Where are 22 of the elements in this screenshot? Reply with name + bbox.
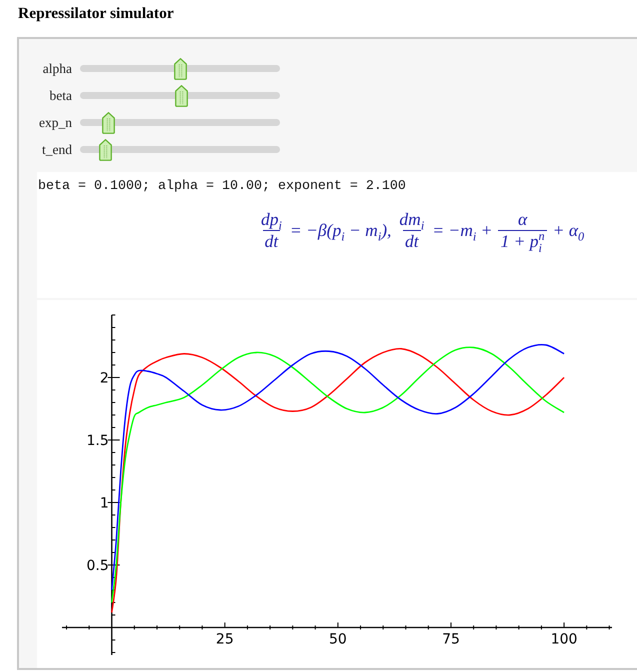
slider-handle[interactable] bbox=[175, 84, 188, 106]
axis-tick-label: 75 bbox=[442, 632, 460, 648]
slider-track[interactable] bbox=[80, 138, 280, 160]
slider-label: exp_n bbox=[39, 114, 72, 130]
axis-tick-label: 2 bbox=[100, 370, 109, 386]
axis-tick-label: 100 bbox=[550, 632, 578, 648]
axis-tick-label: 1 bbox=[100, 496, 109, 512]
slider-label: t_end bbox=[42, 142, 72, 158]
slider-track[interactable] bbox=[80, 112, 280, 134]
axis-tick-label: 50 bbox=[329, 632, 347, 648]
slider-handle[interactable] bbox=[174, 58, 186, 80]
slider-handle[interactable] bbox=[102, 112, 116, 134]
axis-tick-label: 0.5 bbox=[86, 558, 109, 574]
axis-tick-label: 25 bbox=[216, 632, 234, 648]
slider-handle[interactable] bbox=[98, 138, 112, 160]
slider-label: beta bbox=[50, 88, 72, 104]
slider-track[interactable] bbox=[80, 84, 280, 106]
page-title: Repressilator simulator bbox=[18, 4, 174, 24]
slider-track[interactable] bbox=[80, 58, 280, 80]
parameters-text: beta = 0.1000; alpha = 10.00; exponent = 2.100 bbox=[38, 179, 406, 195]
axis-tick-label: 1.5 bbox=[86, 433, 109, 449]
slider-label: alpha bbox=[42, 60, 72, 76]
